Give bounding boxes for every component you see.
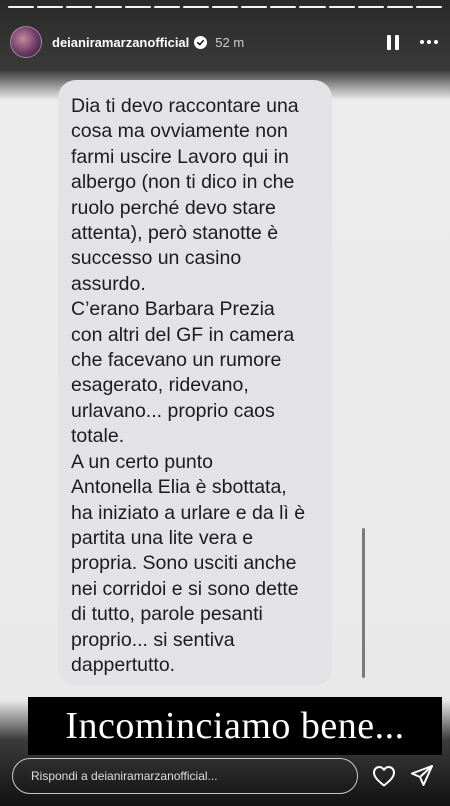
- progress-segment: [95, 6, 122, 8]
- caption-text: Incominciamo bene...: [65, 705, 405, 747]
- more-icon[interactable]: [420, 40, 438, 44]
- story-header: deianiramarzanofficial 52 m: [10, 24, 442, 60]
- progress-segment: [415, 6, 443, 8]
- pause-icon[interactable]: [384, 33, 402, 51]
- progress-segment: [37, 6, 64, 8]
- verified-badge-icon: [194, 35, 208, 49]
- progress-segment: [299, 6, 326, 8]
- post-time: 52 m: [215, 34, 245, 50]
- scroll-indicator: [362, 528, 365, 678]
- progress-segment: [8, 6, 35, 8]
- username[interactable]: deianiramarzanofficial: [52, 35, 189, 50]
- heart-icon[interactable]: [372, 765, 396, 787]
- reply-input[interactable]: [12, 758, 358, 794]
- progress-segment: [66, 6, 93, 8]
- progress-segment: [124, 6, 151, 8]
- message-text: Dia ti devo raccontare una cosa ma ovvia…: [71, 95, 306, 676]
- story-viewer: deianiramarzanofficial 52 m Dia ti devo …: [0, 0, 450, 806]
- story-caption: Incominciamo bene...: [28, 697, 442, 755]
- progress-segment: [241, 6, 268, 8]
- story-progress-bar: [8, 6, 443, 9]
- progress-segment: [153, 6, 180, 8]
- progress-segment: [386, 6, 413, 8]
- send-icon[interactable]: [410, 764, 434, 788]
- progress-segment: [328, 6, 355, 8]
- progress-segment: [211, 6, 239, 8]
- progress-segment: [182, 6, 209, 8]
- progress-segment: [270, 6, 297, 8]
- progress-segment: [357, 6, 384, 8]
- avatar[interactable]: [10, 26, 42, 58]
